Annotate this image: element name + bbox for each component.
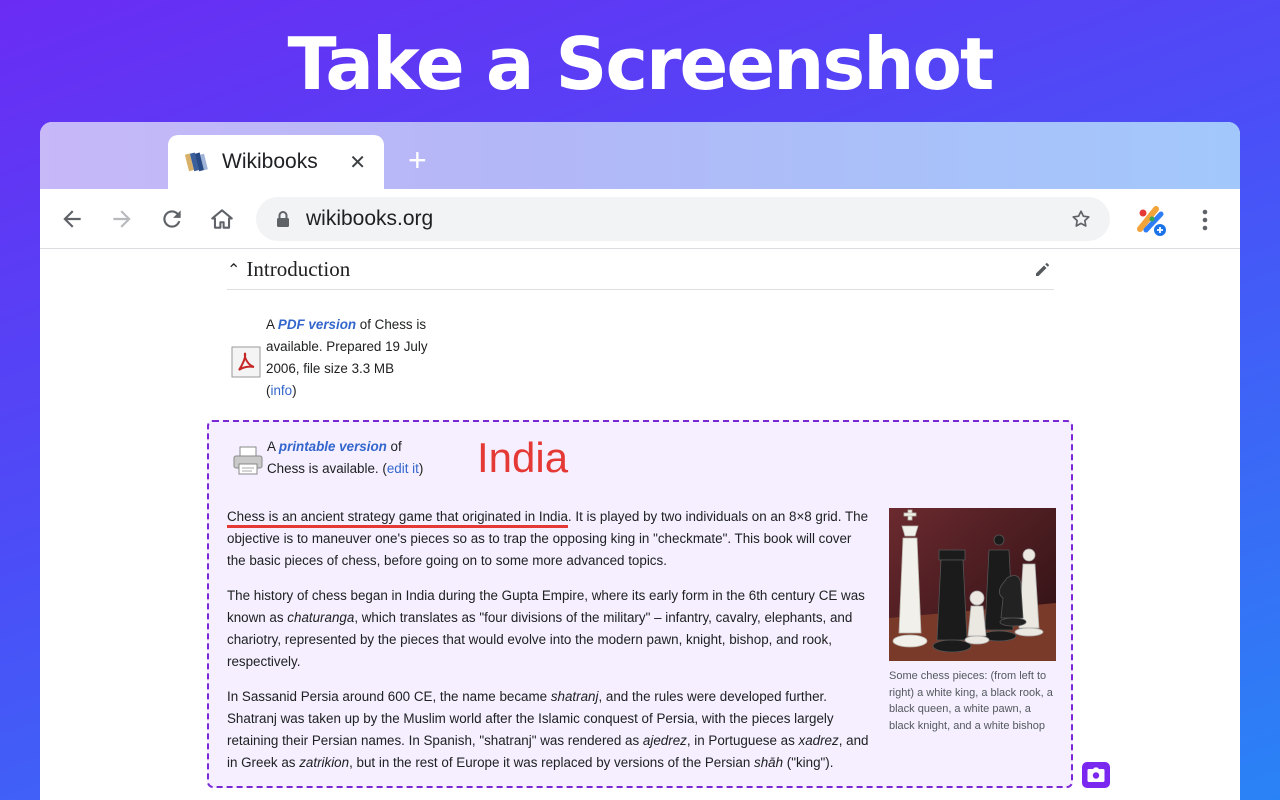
paragraph-2: The history of chess began in India duri…	[227, 585, 872, 673]
pdf-line3: 2006, file size 3.3 MB	[266, 361, 395, 376]
bookmark-star-icon[interactable]	[1070, 208, 1092, 230]
home-button[interactable]	[197, 194, 247, 244]
edit-it-link[interactable]: edit it	[387, 461, 419, 476]
highlighted-text: Chess is an ancient strategy game that o…	[227, 509, 568, 528]
paragraph-3-italic-3: xadrez	[798, 733, 839, 748]
printable-prefix: A	[267, 439, 279, 454]
screenshot-extension-icon[interactable]	[1134, 203, 1168, 237]
paragraph-3-f: ("king").	[783, 755, 834, 770]
section-title: Introduction	[246, 257, 351, 281]
capture-button[interactable]	[1082, 762, 1110, 788]
printable-line1-rest: of	[386, 439, 402, 454]
url-text: wikibooks.org	[306, 207, 434, 230]
paragraph-3-italic-2: ajedrez	[642, 733, 687, 748]
tab-strip: Wikibooks ✕ +	[40, 122, 1240, 189]
pdf-version-link[interactable]: PDF version	[278, 317, 356, 332]
headline: Take a Screenshot	[287, 22, 995, 106]
tab-close-icon[interactable]: ✕	[349, 150, 366, 175]
new-tab-button[interactable]: +	[408, 142, 427, 179]
forward-button[interactable]	[97, 194, 147, 244]
paragraph-1: Chess is an ancient strategy game that o…	[227, 506, 872, 572]
info-close: )	[292, 383, 297, 398]
page-content: ⌃ Introduction A PDF version of Chess is…	[40, 250, 1240, 800]
wikibooks-favicon-icon	[184, 152, 208, 172]
camera-icon	[1087, 767, 1105, 782]
paragraph-3-italic-4: zatrikion	[299, 755, 350, 770]
pdf-line2: available. Prepared 19 July	[266, 339, 428, 354]
back-button[interactable]	[47, 194, 97, 244]
annotation-text[interactable]: India	[477, 434, 568, 482]
browser-menu-icon[interactable]	[1194, 207, 1216, 233]
paragraph-3-italic-1: shatranj	[550, 689, 599, 704]
pdf-notice-text: A PDF version of Chess is available. Pre…	[266, 314, 446, 402]
pdf-line1-rest: of Chess is	[356, 317, 427, 332]
lock-icon	[277, 211, 289, 227]
tab-wikibooks[interactable]: Wikibooks ✕	[168, 135, 384, 189]
paragraph-3-italic-5: shāh	[754, 755, 784, 770]
reload-button[interactable]	[147, 194, 197, 244]
browser-toolbar: wikibooks.org	[40, 189, 1240, 249]
back-arrow-icon	[63, 209, 81, 228]
chess-figure: Some chess pieces: (from left to right) …	[889, 508, 1056, 734]
paragraph-3-e: , but in the rest of Europe it was repla…	[349, 755, 754, 770]
paragraph-3: In Sassanid Persia around 600 CE, the na…	[227, 686, 872, 774]
pdf-prefix: A	[266, 317, 278, 332]
home-icon	[211, 208, 233, 229]
printer-icon	[233, 446, 263, 475]
reload-icon	[163, 209, 181, 228]
printable-line2: Chess is available. (	[267, 461, 387, 476]
address-bar[interactable]: wikibooks.org	[256, 197, 1110, 241]
info-link[interactable]: info	[270, 383, 292, 398]
printable-version-link[interactable]: printable version	[279, 439, 387, 454]
section-header[interactable]: ⌃ Introduction	[227, 250, 1054, 290]
paragraph-2-italic: chaturanga	[287, 610, 355, 625]
browser-window: Wikibooks ✕ + wikibooks.org ⌃ Introducti…	[40, 122, 1240, 800]
screenshot-selection-area[interactable]: A printable version of Chess is availabl…	[207, 420, 1073, 788]
pdf-file-icon	[231, 346, 261, 378]
paragraph-3-a: In Sassanid Persia around 600 CE, the na…	[227, 689, 551, 704]
chess-pieces-image[interactable]	[889, 508, 1056, 661]
figure-caption: Some chess pieces: (from left to right) …	[889, 670, 1053, 732]
paragraph-3-c: , in Portuguese as	[686, 733, 799, 748]
tab-title: Wikibooks	[222, 150, 318, 173]
edit-pencil-icon[interactable]	[1034, 260, 1052, 278]
printable-notice: A printable version of Chess is availabl…	[267, 436, 467, 480]
forward-arrow-icon	[113, 209, 131, 228]
collapse-caret-icon[interactable]: ⌃	[227, 260, 240, 280]
printable-edit-close: )	[418, 461, 424, 476]
